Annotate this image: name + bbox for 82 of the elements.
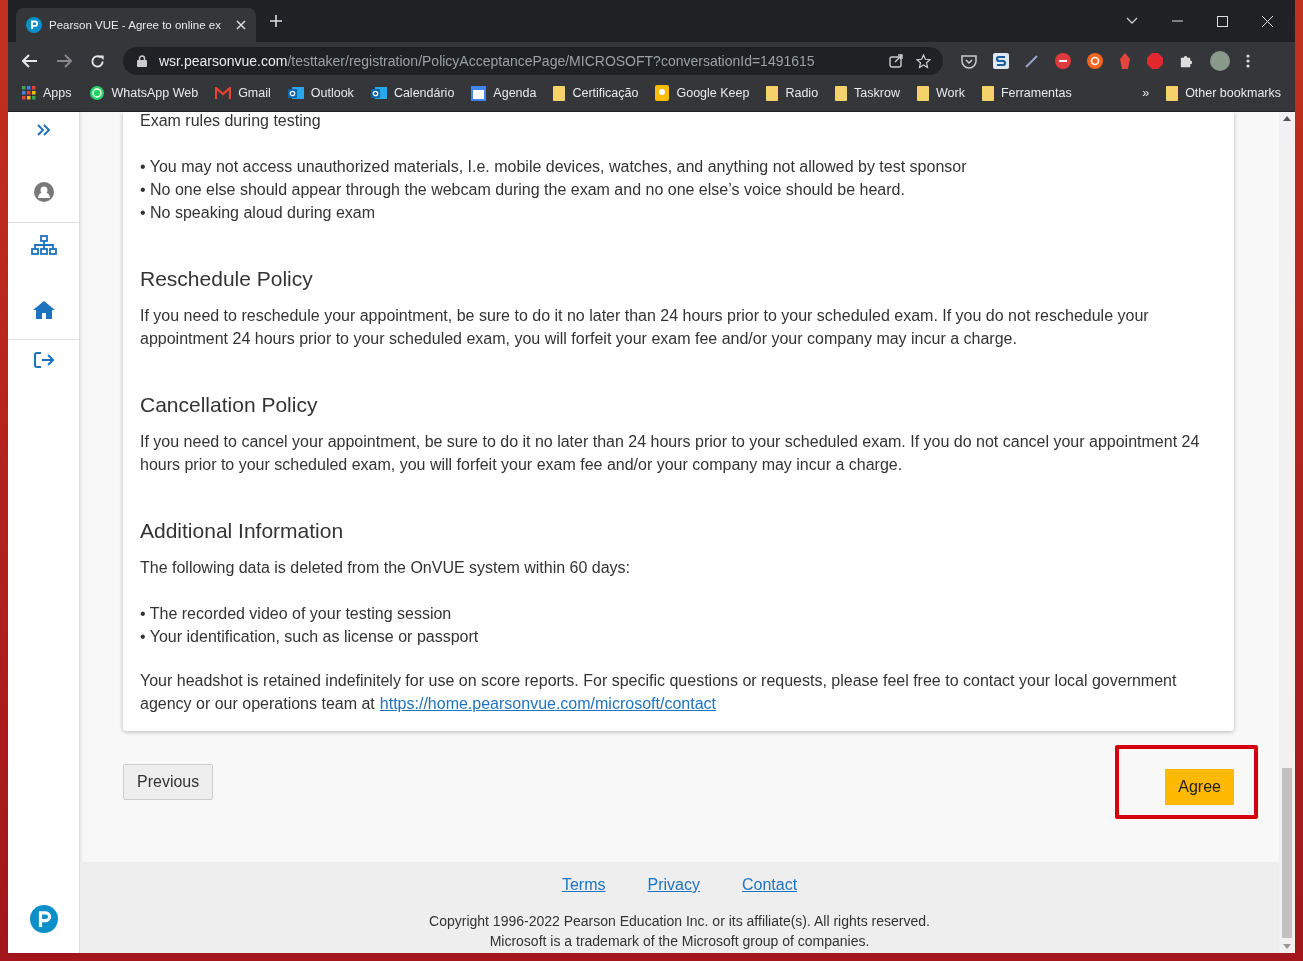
extension-icon[interactable]: [993, 53, 1009, 69]
url-text: wsr.pearsonvue.com/testtaker/registration/PolicyAcceptancePage/MICROSOFT?conversationId=1491615: [159, 53, 815, 69]
whatsapp-icon: [88, 85, 105, 101]
double-chevron-icon[interactable]: [36, 124, 51, 136]
folder-icon: [766, 85, 779, 101]
browser-tab[interactable]: Pearson VUE - Agree to online ex: [16, 8, 256, 42]
bullet-item: • Your identification, such as license or passport: [140, 627, 480, 647]
apps-grid-icon: [22, 86, 36, 100]
folder-icon: [981, 85, 994, 101]
folder-icon: [835, 85, 848, 101]
scrollbar[interactable]: [1279, 112, 1295, 953]
tab-title: Pearson VUE - Agree to online ex: [49, 19, 222, 31]
puzzle-icon[interactable]: [1179, 53, 1194, 69]
adblock-icon[interactable]: [1147, 53, 1163, 69]
profile-avatar[interactable]: [1210, 51, 1230, 71]
sitemap-icon[interactable]: [30, 235, 57, 255]
bookmark[interactable]: WhatsApp Web: [88, 85, 199, 101]
bookmark[interactable]: Outlook: [287, 85, 354, 101]
section-heading: Cancellation Policy: [140, 392, 319, 418]
scrollbar-thumb[interactable]: [1282, 768, 1292, 938]
back-arrow-icon[interactable]: [22, 54, 38, 68]
pocket-icon[interactable]: [961, 53, 977, 69]
more-vert-icon[interactable]: [1246, 54, 1250, 68]
bullet-item: • The recorded video of your testing session: [140, 604, 453, 624]
bookmark[interactable]: Google Keep: [655, 85, 750, 101]
folder-icon: [553, 85, 566, 101]
footer-link[interactable]: Privacy: [647, 875, 700, 895]
footer-link[interactable]: Terms: [561, 875, 606, 895]
home-icon[interactable]: [32, 301, 55, 319]
folder-icon: [1166, 85, 1179, 101]
bullet-item: • You may not access unauthorized materials, I.e. mobile devices, watches, and anything not allowed by test sponsor: [140, 157, 968, 177]
address-bar[interactable]: wsr.pearsonvue.com/testtaker/registration/PolicyAcceptancePage/MICROSOFT?conversationId=1491615: [123, 47, 943, 75]
bookmark[interactable]: Work: [916, 85, 965, 101]
footer-link[interactable]: Contact: [741, 875, 798, 895]
contact-link[interactable]: https://home.pearsonvue.com/microsoft/contact: [379, 695, 716, 712]
forward-arrow-icon[interactable]: [56, 54, 72, 68]
trademark-text: Microsoft is a trademark of the Microsoft group of companies.: [489, 932, 870, 951]
outlook-icon: [287, 85, 304, 101]
user-icon[interactable]: [33, 182, 54, 202]
paragraph: If you need to reschedule your appointment, be sure to do it no later than 24 hours prior to your scheduled exam. If you do not reschedule your appointment 24 hours prior to your scheduled exam, you will forfeit your exam fee and/or your company may incur a charge.: [140, 306, 1150, 349]
bookmark[interactable]: Taskrow: [835, 85, 900, 101]
pearson-logo-icon: [26, 17, 42, 33]
star-icon[interactable]: [916, 53, 931, 69]
bullet-item: • No one else should appear through the webcam during the exam and no one else’s voice should be heard.: [140, 180, 906, 200]
lightbulb-icon: [655, 85, 670, 101]
share-icon[interactable]: [889, 54, 904, 68]
agree-button[interactable]: Agree: [1165, 769, 1234, 805]
other-bookmarks[interactable]: Other bookmarks: [1166, 85, 1281, 101]
maximize-icon[interactable]: [1217, 15, 1228, 27]
extension-icon[interactable]: [1087, 53, 1103, 69]
outlook-icon: [370, 85, 387, 101]
section-heading: Additional Information: [140, 518, 345, 544]
chevron-down-icon[interactable]: [1126, 17, 1138, 25]
copyright-text: Copyright 1996-2022 Pearson Education Inc. or its affiliate(s). All rights reserved.: [429, 912, 930, 931]
bullet-item: • No speaking aloud during exam: [140, 203, 377, 223]
pen-icon[interactable]: [1025, 54, 1039, 68]
paragraph: If you need to cancel your appointment, be sure to do it no later than 24 hours prior to your scheduled exam. If you do not cancel your appointment 24 hours prior to your scheduled exam, you will forfeit your exam fee and/or your company may incur a charge.: [140, 432, 1201, 475]
mail-icon: [215, 87, 232, 99]
bookmark[interactable]: Certificação: [553, 85, 639, 101]
new-tab-icon[interactable]: [270, 15, 282, 27]
close-icon[interactable]: [236, 20, 246, 30]
bookmark[interactable]: Calendário: [370, 85, 455, 101]
bookmarks-overflow[interactable]: »: [1142, 86, 1150, 100]
logout-icon[interactable]: [33, 352, 54, 368]
bookmark[interactable]: Ferramentas: [981, 85, 1072, 101]
scroll-up-icon[interactable]: [1283, 116, 1291, 121]
bookmark[interactable]: Agenda: [471, 85, 537, 101]
close-icon[interactable]: [1262, 15, 1273, 27]
reload-icon[interactable]: [90, 53, 105, 69]
bookmark[interactable]: Radio: [766, 85, 819, 101]
pearson-logo-icon[interactable]: [29, 905, 58, 933]
paragraph: Your headshot is retained indefinitely for use on score reports. For specific questions or requests, please feel free to contact your local government agency or our operations team at https://home.pearsonvue.com/microsoft/contact: [140, 671, 1178, 714]
extension-icon[interactable]: [1055, 53, 1071, 69]
lock-icon: [137, 55, 147, 67]
section-heading: Reschedule Policy: [140, 266, 314, 292]
previous-button[interactable]: Previous: [123, 764, 214, 800]
paragraph: The following data is deleted from the OnVUE system within 60 days:: [140, 558, 631, 578]
bookmark[interactable]: Apps: [22, 86, 72, 100]
calendar-icon: [471, 85, 487, 101]
bookmark[interactable]: Gmail: [215, 86, 271, 100]
folder-icon: [916, 85, 929, 101]
paragraph: Exam rules during testing: [140, 111, 322, 131]
